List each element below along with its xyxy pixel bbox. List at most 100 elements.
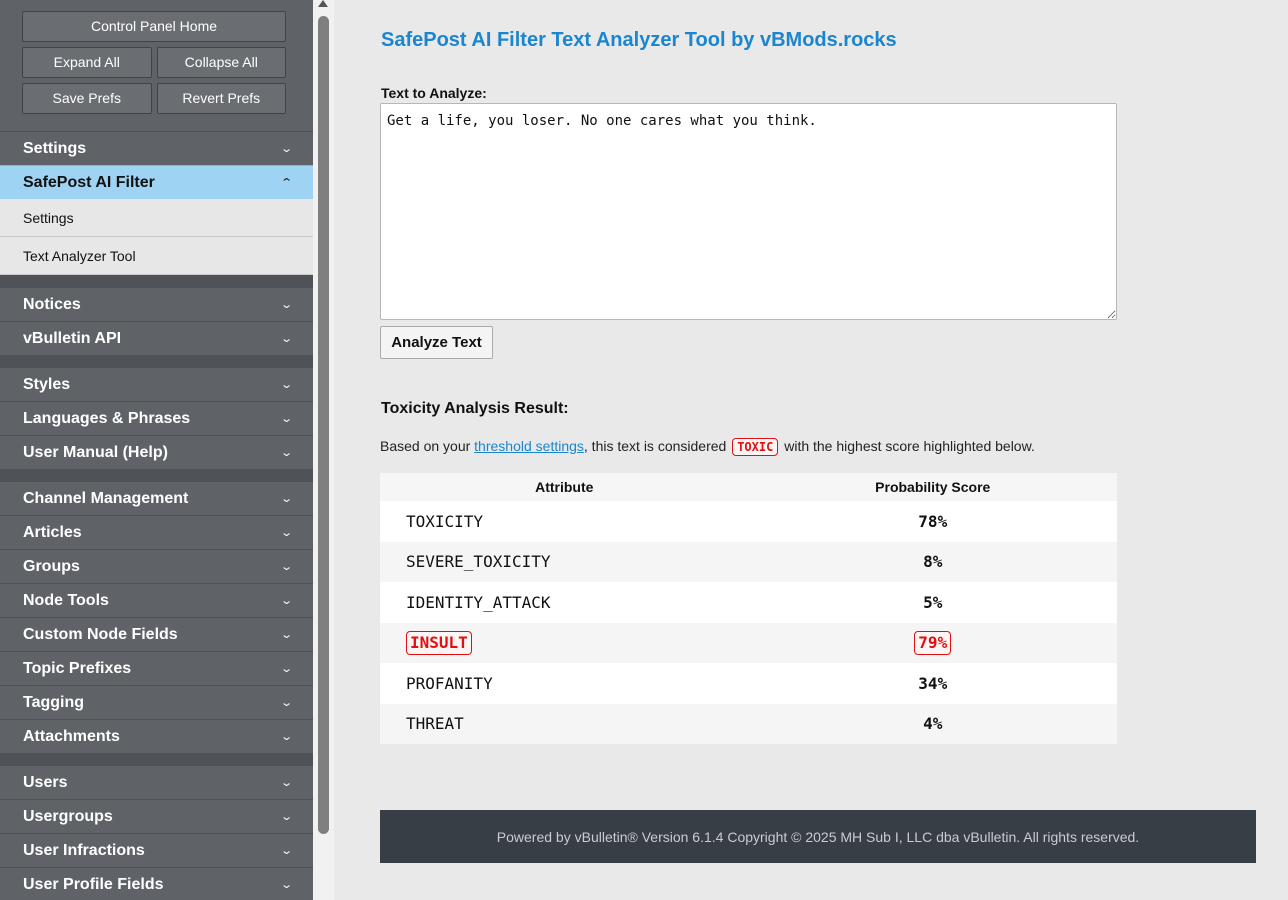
chevron-down-icon: ⌄ <box>279 663 293 675</box>
attribute-cell: SEVERE_TOXICITY <box>380 541 749 582</box>
sidebar-item-groups[interactable]: Groups ⌄ <box>0 549 313 583</box>
chevron-down-icon: ⌄ <box>279 879 293 891</box>
sidebar-item-label: Groups <box>23 557 80 575</box>
sidebar-item-label: User Profile Fields <box>23 875 164 893</box>
sidebar-item-channel-management[interactable]: Channel Management ⌄ <box>0 481 313 515</box>
chevron-down-icon: ⌄ <box>279 527 293 539</box>
score-cell: 78% <box>748 501 1117 542</box>
sidebar-item-usergroups[interactable]: Usergroups ⌄ <box>0 799 313 833</box>
scrollbar-thumb[interactable] <box>318 16 329 834</box>
result-middle: , this text is considered <box>583 438 731 454</box>
chevron-down-icon: ⌄ <box>279 629 293 641</box>
chevron-down-icon: ⌄ <box>279 333 293 345</box>
sidebar-item-label: Languages & Phrases <box>23 409 191 427</box>
expand-collapse-row: Expand All Collapse All <box>22 47 291 78</box>
chevron-down-icon: ⌄ <box>279 697 293 709</box>
sidebar-item-articles[interactable]: Articles ⌄ <box>0 515 313 549</box>
chevron-down-icon: ⌄ <box>279 845 293 857</box>
chevron-down-icon: ⌄ <box>279 811 293 823</box>
chevron-down-icon: ⌄ <box>279 731 293 743</box>
sidebar-item-label: Channel Management <box>23 489 189 507</box>
main-content: SafePost AI Filter Text Analyzer Tool by… <box>334 0 1288 900</box>
sidebar-subitem-settings[interactable]: Settings <box>0 199 313 237</box>
sidebar-item-safepost-ai-filter[interactable]: SafePost AI Filter ⌃ <box>0 165 313 199</box>
threshold-settings-link[interactable]: threshold settings <box>474 438 584 454</box>
sidebar-top-buttons: Control Panel Home Expand All Collapse A… <box>0 0 313 131</box>
sidebar-subitem-text-analyzer-tool[interactable]: Text Analyzer Tool <box>0 237 313 275</box>
column-header-probability-score: Probability Score <box>748 473 1117 501</box>
column-header-attribute: Attribute <box>380 473 749 501</box>
chevron-down-icon: ⌄ <box>279 379 293 391</box>
highlighted-attribute: INSULT <box>406 630 472 655</box>
sidebar-item-label: Attachments <box>23 727 120 745</box>
sidebar-item-label: Articles <box>23 523 82 541</box>
sidebar-item-label: Settings <box>23 139 87 157</box>
score-cell: 34% <box>748 663 1117 704</box>
chevron-up-icon: ⌃ <box>279 177 293 189</box>
footer-copyright: Powered by vBulletin® Version 6.1.4 Copy… <box>380 810 1256 863</box>
highlighted-score: 79% <box>914 630 952 655</box>
result-prefix: Based on your <box>380 438 475 454</box>
score-cell: 4% <box>748 703 1117 744</box>
attribute-cell: PROFANITY <box>380 663 749 704</box>
revert-prefs-button[interactable]: Revert Prefs <box>156 83 286 114</box>
sidebar-item-user-infractions[interactable]: User Infractions ⌄ <box>0 833 313 867</box>
table-row: SEVERE_TOXICITY 8% <box>380 541 1117 582</box>
control-panel-home-button[interactable]: Control Panel Home <box>22 11 286 42</box>
sidebar-item-label: SafePost AI Filter <box>23 173 155 191</box>
chevron-down-icon: ⌄ <box>279 299 293 311</box>
chevron-down-icon: ⌄ <box>279 413 293 425</box>
chevron-down-icon: ⌄ <box>279 447 293 459</box>
sidebar-item-label: Tagging <box>23 693 85 711</box>
save-prefs-button[interactable]: Save Prefs <box>22 83 152 114</box>
result-suffix: with the highest score highlighted below… <box>780 438 1035 454</box>
sidebar-item-topic-prefixes[interactable]: Topic Prefixes ⌄ <box>0 651 313 685</box>
sidebar-item-label: Notices <box>23 295 81 313</box>
attribute-cell: TOXICITY <box>380 501 749 542</box>
chevron-down-icon: ⌄ <box>279 493 293 505</box>
score-cell: 79% <box>748 622 1117 663</box>
sidebar-item-label: Topic Prefixes <box>23 659 132 677</box>
table-row: THREAT 4% <box>380 703 1117 744</box>
sidebar-item-label: Users <box>23 773 68 791</box>
sidebar-item-notices[interactable]: Notices ⌄ <box>0 287 313 321</box>
text-to-analyze-input[interactable]: Get a life, you loser. No one cares what… <box>380 103 1117 320</box>
sidebar-item-label: Custom Node Fields <box>23 625 178 643</box>
scroll-up-arrow-icon[interactable] <box>318 0 328 7</box>
sidebar-item-vbulletin-api[interactable]: vBulletin API ⌄ <box>0 321 313 355</box>
sidebar-item-label: vBulletin API <box>23 329 122 347</box>
table-row-highlighted: INSULT 79% <box>380 622 1117 663</box>
page-title: SafePost AI Filter Text Analyzer Tool by… <box>381 29 897 51</box>
sidebar-scrollbar[interactable] <box>313 0 334 900</box>
sidebar-item-styles[interactable]: Styles ⌄ <box>0 367 313 401</box>
analyze-text-button[interactable]: Analyze Text <box>380 326 493 359</box>
chevron-down-icon: ⌄ <box>279 143 293 155</box>
chevron-down-icon: ⌄ <box>279 561 293 573</box>
sidebar-item-tagging[interactable]: Tagging ⌄ <box>0 685 313 719</box>
sidebar-item-label: Usergroups <box>23 807 113 825</box>
text-to-analyze-label: Text to Analyze: <box>381 85 487 101</box>
sidebar-item-attachments[interactable]: Attachments ⌄ <box>0 719 313 753</box>
sidebar-separator <box>0 469 313 481</box>
sidebar-item-label: User Manual (Help) <box>23 443 168 461</box>
score-cell: 8% <box>748 541 1117 582</box>
expand-all-button[interactable]: Expand All <box>22 47 152 78</box>
chevron-down-icon: ⌄ <box>279 777 293 789</box>
attribute-cell: IDENTITY_ATTACK <box>380 582 749 623</box>
sidebar-separator <box>0 275 313 287</box>
sidebar-item-node-tools[interactable]: Node Tools ⌄ <box>0 583 313 617</box>
collapse-all-button[interactable]: Collapse All <box>156 47 286 78</box>
sidebar-item-languages-phrases[interactable]: Languages & Phrases ⌄ <box>0 401 313 435</box>
toxic-badge: TOXIC <box>732 438 779 456</box>
table-row: IDENTITY_ATTACK 5% <box>380 582 1117 623</box>
sidebar-item-custom-node-fields[interactable]: Custom Node Fields ⌄ <box>0 617 313 651</box>
sidebar-item-users[interactable]: Users ⌄ <box>0 765 313 799</box>
sidebar-item-user-profile-fields[interactable]: User Profile Fields ⌄ <box>0 867 313 900</box>
attribute-cell: THREAT <box>380 703 749 744</box>
sidebar-item-label: Node Tools <box>23 591 109 609</box>
sidebar-item-label: Styles <box>23 375 71 393</box>
sidebar-separator <box>0 355 313 367</box>
result-summary: Based on your threshold settings, this t… <box>380 438 1035 456</box>
sidebar-item-user-manual[interactable]: User Manual (Help) ⌄ <box>0 435 313 469</box>
sidebar-item-settings[interactable]: Settings ⌄ <box>0 131 313 165</box>
